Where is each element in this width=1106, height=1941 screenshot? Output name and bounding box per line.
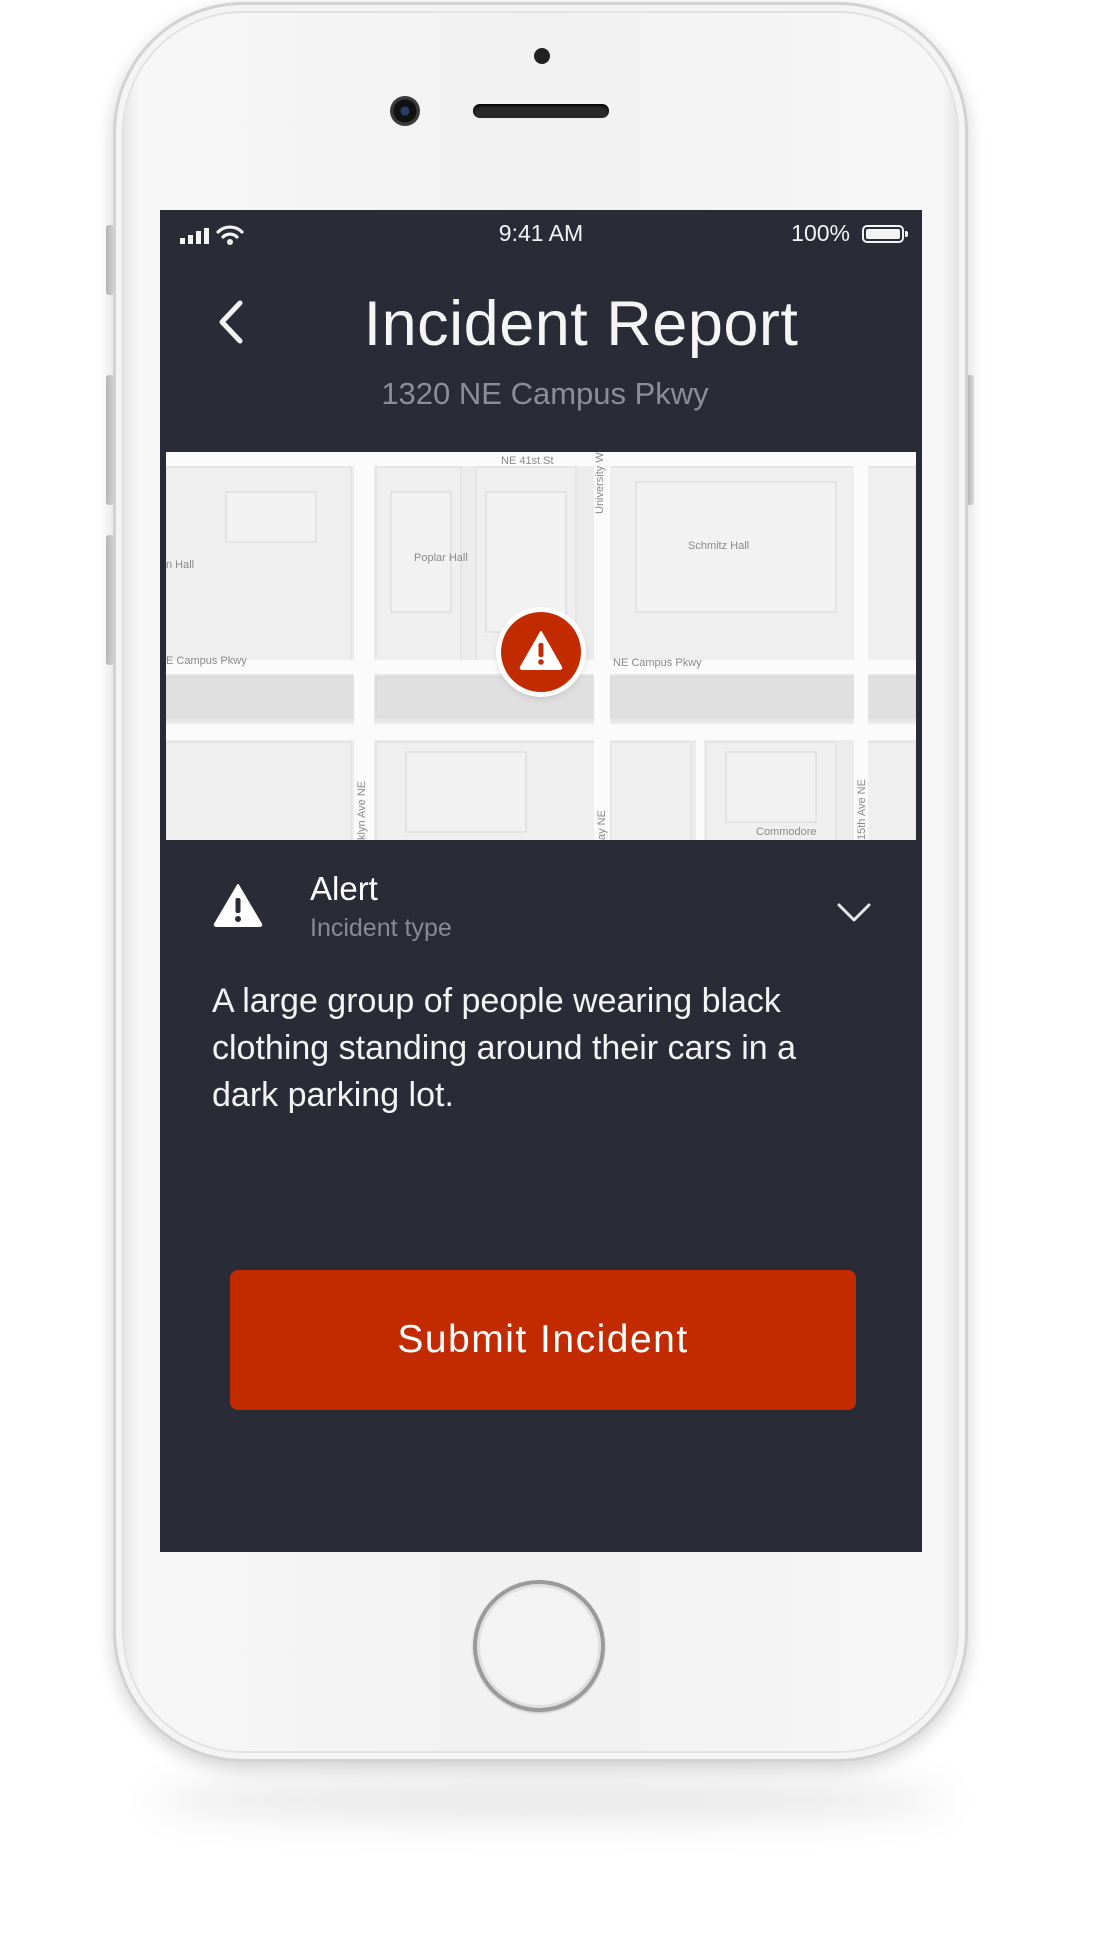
map-label-poplar-hall: Poplar Hall <box>414 552 468 564</box>
page: 9:41 AM 100% Incident Report 1320 NE Cam… <box>0 0 1106 1941</box>
map-label-university-way: University W <box>594 452 606 514</box>
map-label-campus-pkwy-left: E Campus Pkwy <box>166 655 247 667</box>
incident-description[interactable]: A large group of people wearing black cl… <box>212 978 852 1119</box>
incident-type-label: Incident type <box>310 914 452 942</box>
map-label-campus-pkwy-right: NE Campus Pkwy <box>613 657 702 669</box>
battery-percentage: 100% <box>791 220 850 246</box>
warning-icon <box>519 631 563 670</box>
map-label-schmitz-hall: Schmitz Hall <box>688 540 750 552</box>
warning-icon <box>213 884 263 927</box>
chevron-down-icon <box>837 903 871 922</box>
incident-map[interactable]: NE 41st St University W Poplar Hall Schm… <box>166 452 916 840</box>
incident-type-value: Alert <box>310 870 378 907</box>
incident-type-dropdown[interactable]: Alert Incident type <box>160 850 922 960</box>
front-camera <box>390 96 420 126</box>
map-label-brooklyn-ave: klyn Ave NE <box>356 780 368 840</box>
incident-address: 1320 NE Campus Pkwy <box>381 376 709 411</box>
status-bar: 9:41 AM 100% <box>160 210 922 260</box>
battery-icon <box>862 225 908 243</box>
map-label-way-ne: ay NE <box>596 810 608 840</box>
incident-location-pin[interactable] <box>501 612 581 692</box>
home-button[interactable] <box>473 1580 605 1712</box>
app-screen: 9:41 AM 100% Incident Report 1320 NE Cam… <box>160 210 922 1552</box>
submit-incident-button[interactable]: Submit Incident <box>230 1270 856 1410</box>
map-label-ne-41st-st: NE 41st St <box>501 455 554 467</box>
phone-shadow <box>150 1780 950 1820</box>
front-sensor <box>534 48 550 64</box>
page-title: Incident Report <box>363 289 799 359</box>
map-label-commodore: Commodore <box>756 826 817 838</box>
earpiece-speaker <box>473 104 609 118</box>
map-label-hall-partial: n Hall <box>166 559 195 571</box>
map-label-15th-ave: 15th Ave NE <box>856 779 868 840</box>
